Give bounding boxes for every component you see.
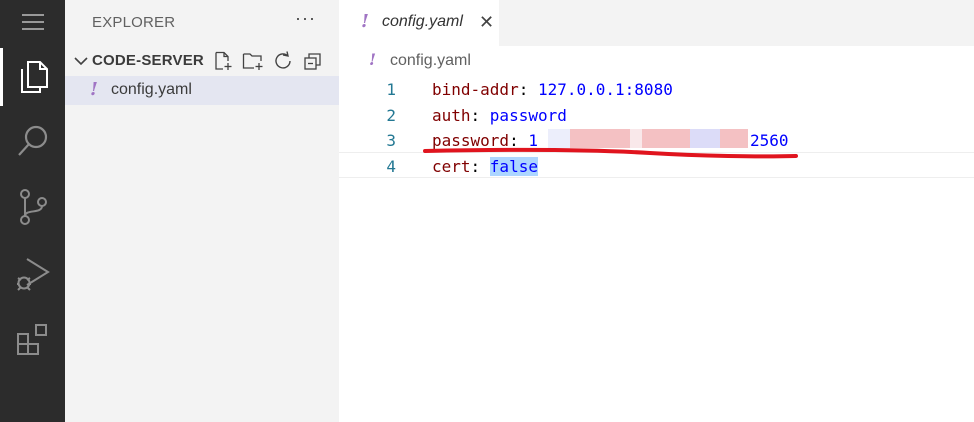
new-file-icon[interactable] [211, 49, 235, 73]
yaml-file-icon: ! [90, 79, 98, 100]
yaml-key: password [432, 131, 510, 150]
tab-config-yaml[interactable]: ! config.yaml ✕ [339, 0, 499, 46]
run-debug-icon[interactable] [0, 246, 65, 302]
code-line-current: 4 cert: false [339, 152, 974, 178]
redaction-block [570, 129, 630, 148]
activity-bar [0, 0, 65, 422]
yaml-file-icon: ! [369, 50, 377, 69]
line-number: 4 [386, 157, 396, 176]
breadcrumb: ! config.yaml [339, 46, 974, 74]
line-number: 3 [386, 131, 396, 150]
redaction-block [690, 129, 720, 148]
yaml-key: auth [432, 106, 471, 125]
close-icon[interactable]: ✕ [479, 12, 494, 33]
redaction-block [630, 129, 642, 148]
collapse-all-icon[interactable] [301, 49, 325, 73]
line-number: 2 [386, 106, 396, 125]
yaml-value-selected: false [489, 157, 538, 176]
explorer-sidebar: EXPLORER ··· CODE-SERVER ! config.yaml [65, 0, 339, 422]
code-editor[interactable]: 1 bind-addr: 127.0.0.1:8080 2 auth: pass… [339, 74, 974, 422]
extensions-icon[interactable] [0, 314, 65, 366]
workspace-section-title: CODE-SERVER [92, 52, 204, 69]
refresh-icon[interactable] [271, 49, 295, 73]
redaction-block [642, 129, 690, 148]
yaml-file-icon: ! [361, 11, 369, 32]
sidebar-title: EXPLORER [92, 14, 176, 31]
tab-label: config.yaml [382, 13, 463, 30]
yaml-separator: : [518, 80, 538, 99]
files-icon[interactable] [0, 48, 65, 106]
redaction-block [720, 129, 748, 148]
file-name: config.yaml [111, 81, 192, 98]
yaml-value-end: 2560 [749, 131, 789, 150]
file-item-config-yaml[interactable]: ! config.yaml [65, 76, 339, 105]
yaml-key: cert [432, 157, 471, 176]
yaml-value: 127.0.0.1:8080 [537, 80, 673, 99]
source-control-icon[interactable] [0, 180, 65, 234]
yaml-value-start: 1 [528, 131, 538, 150]
menu-icon[interactable] [0, 6, 65, 38]
yaml-value: password [489, 106, 567, 125]
editor-tab-bar: ! config.yaml ✕ [339, 0, 974, 46]
breadcrumb-item[interactable]: config.yaml [390, 52, 471, 70]
line-number: 1 [386, 80, 396, 99]
yaml-separator: : [470, 106, 490, 125]
yaml-separator: : [470, 157, 490, 176]
yaml-key: bind-addr [432, 80, 519, 99]
new-folder-icon[interactable] [241, 49, 265, 73]
search-icon[interactable] [0, 115, 65, 167]
code-line: 2 auth: password [339, 102, 974, 128]
redaction-block [548, 129, 570, 148]
code-line: 1 bind-addr: 127.0.0.1:8080 [339, 76, 974, 102]
chevron-down-icon [74, 57, 88, 66]
yaml-separator: : [509, 131, 529, 150]
workspace-section-header[interactable]: CODE-SERVER [65, 48, 339, 74]
more-actions-button[interactable]: ··· [295, 8, 316, 29]
